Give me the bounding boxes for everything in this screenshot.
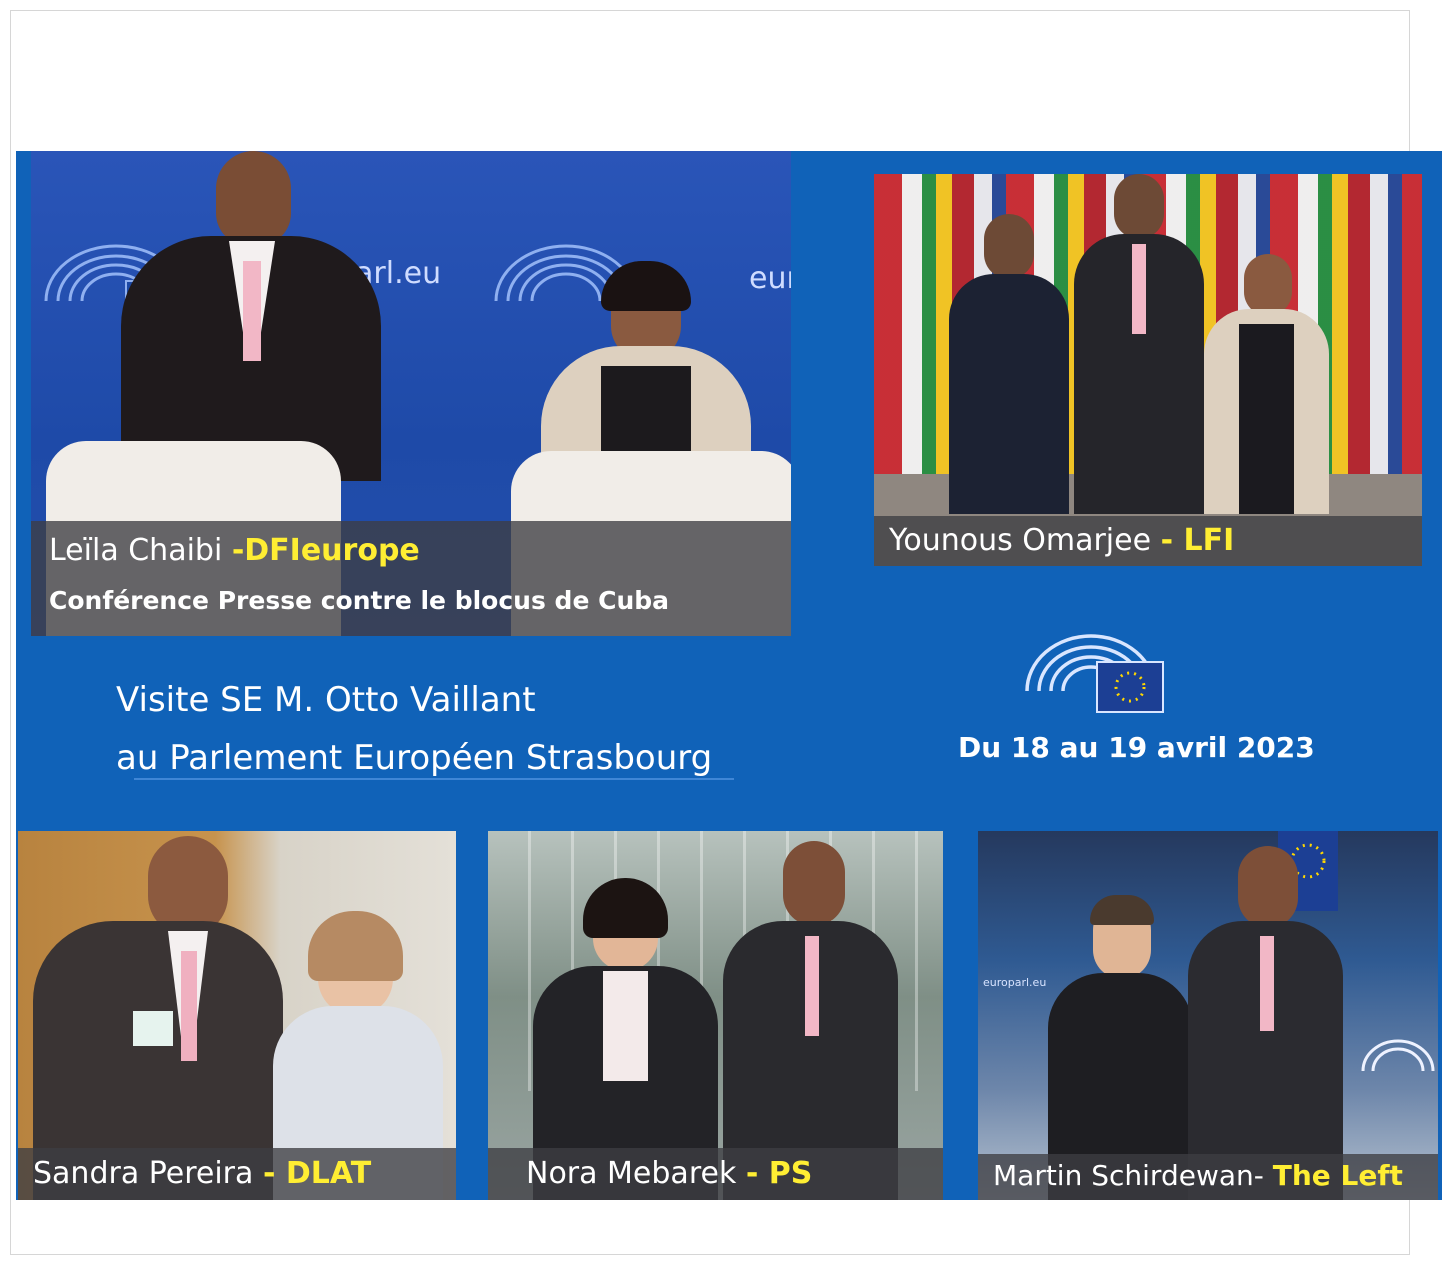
caption-press-conference: Leïla Chaibi -DFIeurope Conférence Press…	[31, 521, 791, 636]
photo-martin-schirdewan: europarl.eu Martin Schirdewan- The Left	[978, 831, 1438, 1200]
caption-sandra: Sandra Pereira - DLAT	[18, 1148, 456, 1200]
photo-nora-mebarek: Nora Mebarek - PS	[488, 831, 943, 1200]
caption-party: - PS	[745, 1156, 813, 1191]
person-right	[1188, 846, 1343, 1200]
person-right	[1204, 254, 1329, 514]
european-parliament-logo-icon	[1025, 634, 1164, 713]
caption-party: -DFIeurope	[231, 533, 420, 568]
caption-subtitle: Conférence Presse contre le blocus de Cu…	[49, 586, 670, 615]
caption-martin: Martin Schirdewan- The Left	[978, 1154, 1438, 1200]
person-center	[1074, 174, 1204, 514]
headline: Visite SE M. Otto Vaillant au Parlement …	[116, 671, 712, 787]
speaker-man	[121, 151, 381, 481]
caption-party: The Left	[1272, 1159, 1403, 1192]
caption-party: - LFI	[1160, 523, 1235, 558]
headline-underline	[134, 778, 734, 780]
photo-press-conference: parl.eu euro Leïla Chaibi -DFIeurop	[31, 151, 791, 636]
caption-nora: Nora Mebarek - PS	[488, 1148, 943, 1200]
person-left	[949, 214, 1069, 514]
caption-flags: Younous Omarjee - LFI	[874, 516, 1422, 566]
caption-name: Martin Schirdewan-	[993, 1159, 1273, 1192]
photo-sandra-pereira: Sandra Pereira - DLAT	[18, 831, 456, 1200]
photo-flags: Younous Omarjee - LFI	[874, 174, 1422, 566]
caption-name: Leïla Chaibi	[49, 533, 232, 568]
caption-party: - DLAT	[262, 1156, 372, 1191]
person-man	[723, 841, 898, 1200]
headline-line1: Visite SE M. Otto Vaillant	[116, 680, 536, 720]
eu-flag-icon	[1096, 661, 1164, 713]
poster: parl.eu euro Leïla Chaibi -DFIeurop	[16, 151, 1442, 1200]
parliament-logo-icon	[1361, 1039, 1435, 1072]
speaker-woman	[541, 261, 751, 471]
caption-name: Nora Mebarek	[526, 1156, 746, 1191]
backdrop-text-2: euro	[749, 261, 791, 296]
person-man	[33, 831, 283, 1200]
date-text: Du 18 au 19 avril 2023	[958, 731, 1315, 764]
caption-name: Younous Omarjee	[889, 523, 1161, 558]
backdrop-text: europarl.eu	[983, 976, 1047, 989]
caption-name: Sandra Pereira	[33, 1156, 263, 1191]
